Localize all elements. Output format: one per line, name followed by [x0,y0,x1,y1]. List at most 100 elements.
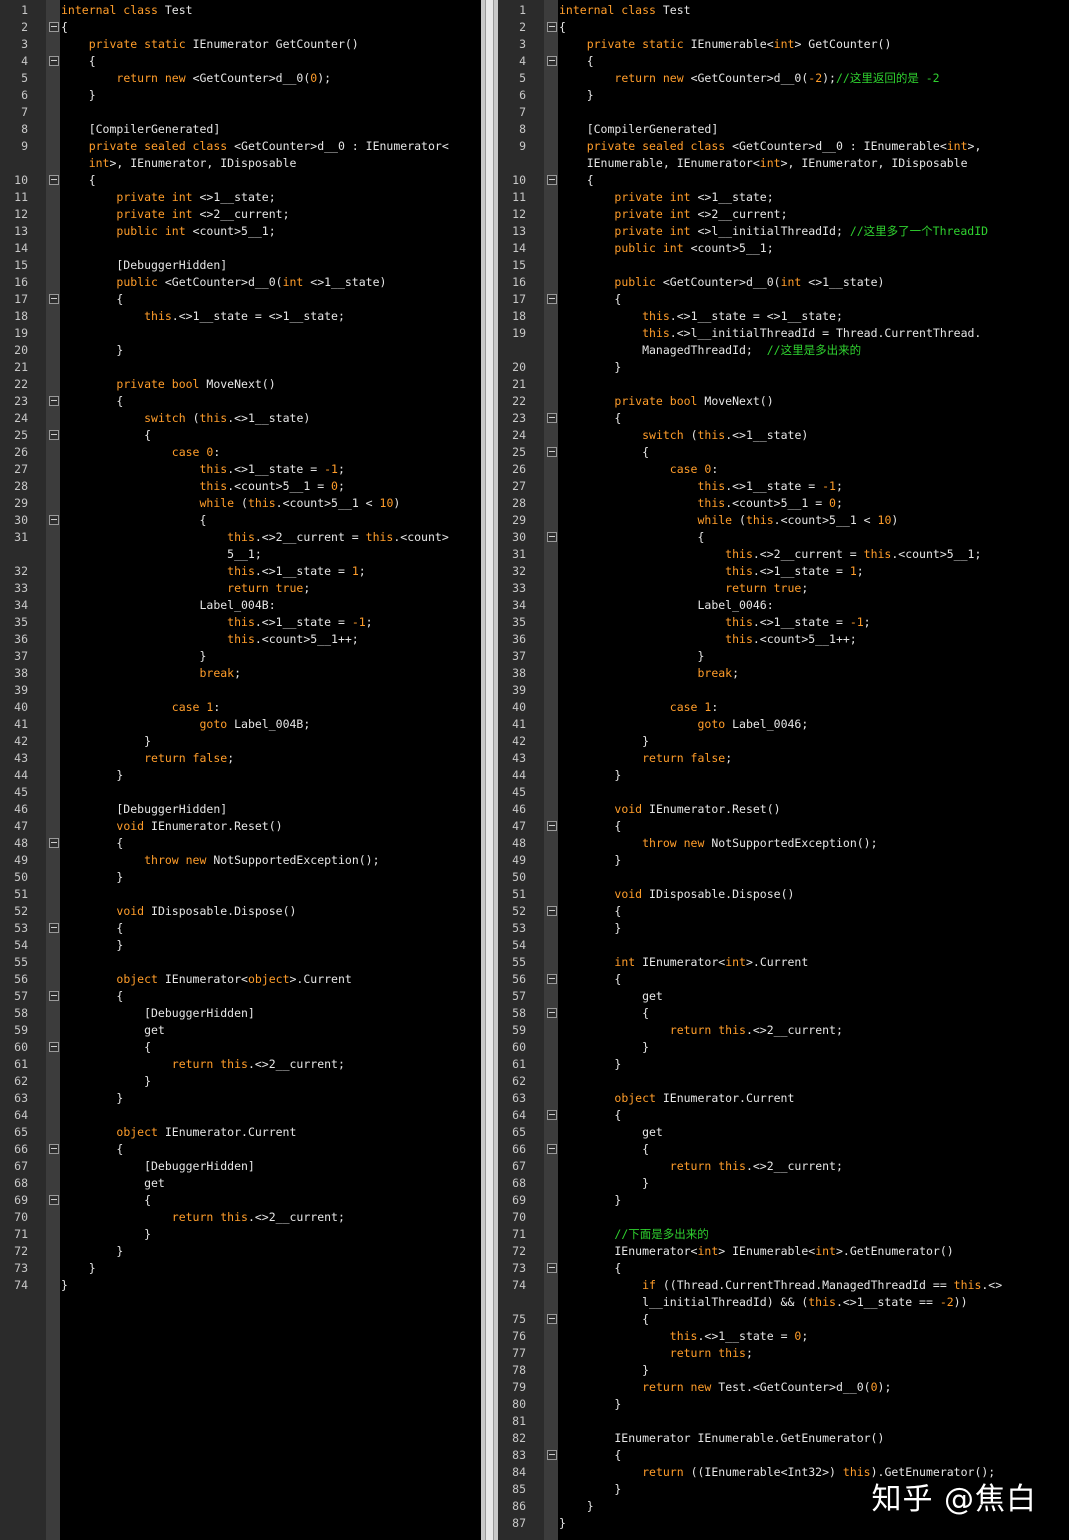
fold-toggle-icon[interactable] [49,1144,59,1154]
code-line[interactable]: 60 } [498,1039,1069,1056]
code-line[interactable]: 62 } [0,1073,481,1090]
code-line[interactable]: 38 break; [498,665,1069,682]
code-line[interactable]: 40 case 1: [498,699,1069,716]
fold-toggle-icon[interactable] [49,22,59,32]
code-line[interactable]: 11 private int <>1__state; [498,189,1069,206]
code-line[interactable]: 70 return this.<>2__current; [0,1209,481,1226]
code-line[interactable]: 22 private bool MoveNext() [0,376,481,393]
fold-toggle-icon[interactable] [547,56,557,66]
code-line[interactable]: 20 } [0,342,481,359]
code-line[interactable]: 6 } [0,87,481,104]
code-line[interactable]: 46 [DebuggerHidden] [0,801,481,818]
code-line[interactable]: 74 if ((Thread.CurrentThread.ManagedThre… [498,1277,1069,1294]
code-line[interactable]: 13 private int <>l__initialThreadId; //这… [498,223,1069,240]
code-line[interactable]: 27 this.<>1__state = -1; [498,478,1069,495]
code-line[interactable]: 30 { [0,512,481,529]
code-line[interactable]: 19 [0,325,481,342]
code-line[interactable]: 65 get [498,1124,1069,1141]
code-line[interactable]: 51 [0,886,481,903]
code-line[interactable]: 26 case 0: [0,444,481,461]
code-line[interactable]: 58 [DebuggerHidden] [0,1005,481,1022]
code-line[interactable]: 1 internal class Test [498,2,1069,19]
fold-toggle-icon[interactable] [49,175,59,185]
fold-toggle-icon[interactable] [547,821,557,831]
code-line[interactable]: 59 get [0,1022,481,1039]
code-line[interactable]: 14 public int <count>5__1; [498,240,1069,257]
code-line[interactable]: int>, IEnumerator, IDisposable [0,155,481,172]
code-line[interactable]: 25 { [498,444,1069,461]
code-line[interactable]: 12 private int <>2__current; [498,206,1069,223]
code-line[interactable]: 7 [498,104,1069,121]
code-line[interactable]: 48 throw new NotSupportedException(); [498,835,1069,852]
code-line[interactable]: 74} [0,1277,481,1294]
code-line[interactable]: 8 [CompilerGenerated] [0,121,481,138]
code-line[interactable]: 48 { [0,835,481,852]
code-line[interactable]: 67 [DebuggerHidden] [0,1158,481,1175]
fold-toggle-icon[interactable] [49,396,59,406]
code-line[interactable]: 37 } [0,648,481,665]
code-line[interactable]: 57 { [0,988,481,1005]
code-line[interactable]: 54 [498,937,1069,954]
code-line[interactable]: 14 [0,240,481,257]
code-line[interactable]: 21 [498,376,1069,393]
code-line[interactable]: 4 { [0,53,481,70]
code-line[interactable]: 37 } [498,648,1069,665]
code-line[interactable]: 23 { [498,410,1069,427]
code-line[interactable]: 61 } [498,1056,1069,1073]
code-line[interactable]: 68 get [0,1175,481,1192]
code-line[interactable]: 78 } [498,1362,1069,1379]
code-line[interactable]: 70 [498,1209,1069,1226]
code-line[interactable]: 57 get [498,988,1069,1005]
code-line[interactable]: 24 switch (this.<>1__state) [0,410,481,427]
code-line[interactable]: 66 { [498,1141,1069,1158]
fold-toggle-icon[interactable] [547,906,557,916]
code-line[interactable]: 24 switch (this.<>1__state) [498,427,1069,444]
code-line[interactable]: 6 } [498,87,1069,104]
code-line[interactable]: 44 } [0,767,481,784]
code-line[interactable]: 29 while (this.<count>5__1 < 10) [498,512,1069,529]
code-line[interactable]: l__initialThreadId) && (this.<>1__state … [498,1294,1069,1311]
code-line[interactable]: 67 return this.<>2__current; [498,1158,1069,1175]
code-line[interactable]: 18 this.<>1__state = <>1__state; [0,308,481,325]
code-line[interactable]: 8 [CompilerGenerated] [498,121,1069,138]
code-line[interactable]: 29 while (this.<count>5__1 < 10) [0,495,481,512]
code-line[interactable]: 4 { [498,53,1069,70]
left-code-pane[interactable]: 1 internal class Test 2{3 private static I… [0,0,481,1540]
code-line[interactable]: 59 return this.<>2__current; [498,1022,1069,1039]
code-line[interactable]: 13 public int <count>5__1; [0,223,481,240]
code-line[interactable]: 77 return this; [498,1345,1069,1362]
code-line[interactable]: 20 } [498,359,1069,376]
fold-toggle-icon[interactable] [547,1450,557,1460]
fold-toggle-icon[interactable] [547,1314,557,1324]
code-line[interactable]: 75 { [498,1311,1069,1328]
fold-toggle-icon[interactable] [547,974,557,984]
code-line[interactable]: 72 IEnumerator<int> IEnumerable<int>.Get… [498,1243,1069,1260]
code-line[interactable]: 47 void IEnumerator.Reset() [0,818,481,835]
code-line[interactable]: 71 } [0,1226,481,1243]
fold-toggle-icon[interactable] [547,532,557,542]
code-line[interactable]: 53 { [0,920,481,937]
code-line[interactable]: 38 break; [0,665,481,682]
code-line[interactable]: 5 return new <GetCounter>d__0(0); [0,70,481,87]
code-line[interactable]: 52 void IDisposable.Dispose() [0,903,481,920]
code-line[interactable]: 40 case 1: [0,699,481,716]
code-line[interactable]: 42 } [498,733,1069,750]
code-line[interactable]: 51 void IDisposable.Dispose() [498,886,1069,903]
code-line[interactable]: 69 } [498,1192,1069,1209]
code-line[interactable]: 33 return true; [498,580,1069,597]
fold-toggle-icon[interactable] [547,447,557,457]
code-line[interactable]: 9 private sealed class <GetCounter>d__0 … [0,138,481,155]
code-line[interactable]: 60 { [0,1039,481,1056]
code-line[interactable]: 34 Label_004B: [0,597,481,614]
fold-toggle-icon[interactable] [547,294,557,304]
code-line[interactable]: 17 { [0,291,481,308]
fold-toggle-icon[interactable] [49,515,59,525]
code-line[interactable]: 16 public <GetCounter>d__0(int <>1__stat… [0,274,481,291]
fold-toggle-icon[interactable] [547,413,557,423]
code-line[interactable]: 47 { [498,818,1069,835]
code-line[interactable]: 49 } [498,852,1069,869]
code-line[interactable]: 83 { [498,1447,1069,1464]
code-line[interactable]: 5 return new <GetCounter>d__0(-2);//这里返回… [498,70,1069,87]
code-line[interactable]: 2{ [0,19,481,36]
fold-toggle-icon[interactable] [49,294,59,304]
